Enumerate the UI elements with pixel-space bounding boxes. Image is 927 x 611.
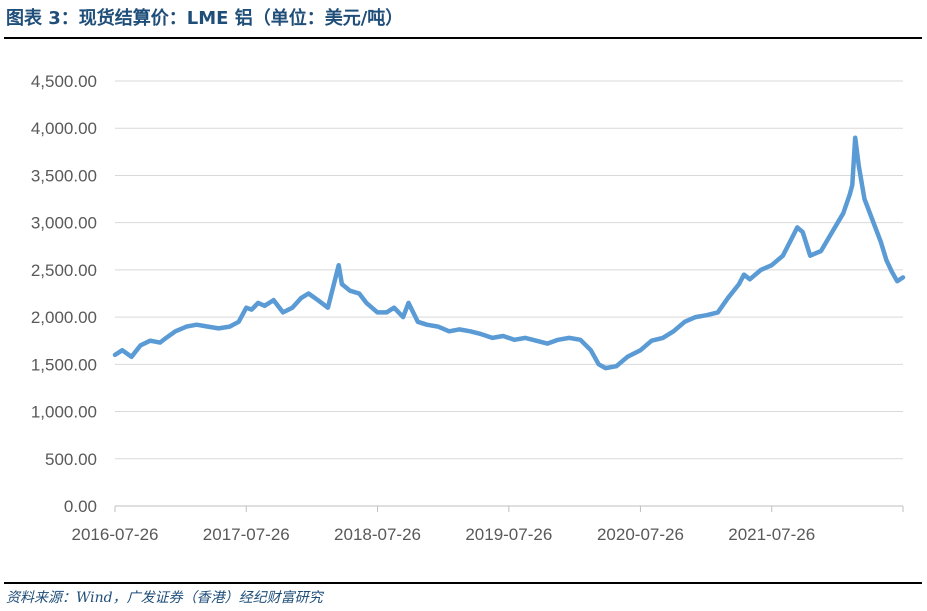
- x-tick-label: 2020-07-26: [597, 525, 684, 544]
- y-tick-label: 0.00: [64, 497, 97, 516]
- y-tick-label: 500.00: [45, 450, 97, 469]
- bottom-rule: [4, 582, 922, 584]
- x-tick-label: 2021-07-26: [728, 525, 815, 544]
- x-tick-label: 2019-07-26: [465, 525, 552, 544]
- x-tick-label: 2017-07-26: [203, 525, 290, 544]
- y-tick-label: 2,000.00: [31, 308, 97, 327]
- x-tick-label: 2018-07-26: [334, 525, 421, 544]
- y-tick-label: 3,500.00: [31, 166, 97, 185]
- x-axis-ticks: [114, 506, 904, 512]
- series-line-lme-aluminium: [112, 135, 906, 371]
- x-axis-labels: 2016-07-26 2017-07-26 2018-07-26 2019-07-26…: [72, 525, 816, 544]
- line-chart: 0.00 500.00 1,000.00 1,500.00 2,000.00 2,500.…: [31, 72, 906, 544]
- y-tick-label: 2,500.00: [31, 261, 97, 280]
- y-axis-labels: 0.00 500.00 1,000.00 1,500.00 2,000.00 2,500.…: [31, 72, 97, 516]
- gridlines: [115, 80, 903, 460]
- source-note: 资料来源：Wind，广发证券（香港）经纪财富研究: [6, 590, 323, 606]
- y-tick-label: 4,000.00: [31, 119, 97, 138]
- y-tick-label: 4,500.00: [31, 72, 97, 91]
- x-tick-label: 2016-07-26: [72, 525, 159, 544]
- y-tick-label: 1,500.00: [31, 355, 97, 374]
- y-tick-label: 1,000.00: [31, 403, 97, 422]
- y-tick-label: 3,000.00: [31, 214, 97, 233]
